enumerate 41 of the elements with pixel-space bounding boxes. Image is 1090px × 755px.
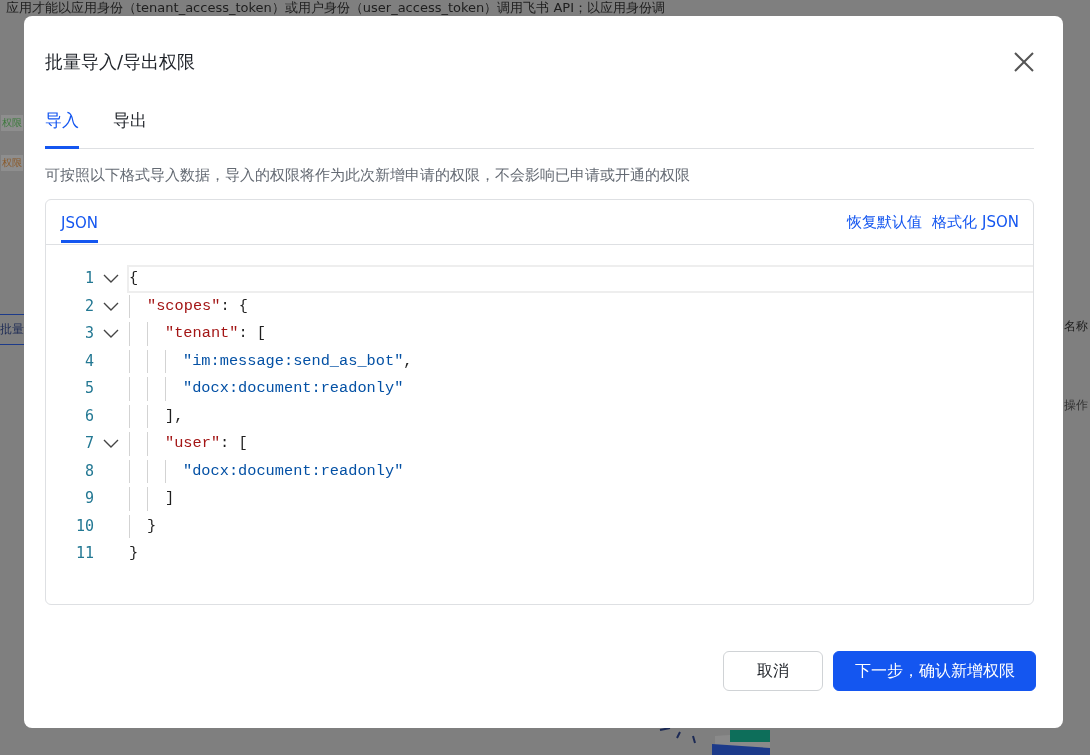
permission-tag: 权限: [1, 115, 23, 131]
code-line: }: [129, 543, 139, 564]
intro-text: 应用才能以应用身份（tenant_access_token）或用户身份（user_access_token）调用飞书 API；以应用身份调: [6, 0, 665, 15]
code-line: "scopes": {: [147, 295, 248, 317]
next-button[interactable]: 下一步，确认新增权限: [833, 651, 1036, 691]
code-line: {: [129, 268, 139, 289]
line-number: 5: [83, 378, 94, 399]
column-header: 操作: [1064, 397, 1088, 414]
action-link[interactable]: 格式化 JSON: [932, 212, 1019, 232]
chevron-icon[interactable]: [102, 301, 119, 311]
tab[interactable]: 导入: [45, 106, 79, 149]
line-number: 6: [83, 405, 94, 427]
cancel-button[interactable]: 取消: [723, 651, 823, 691]
line-number: 9: [83, 488, 94, 509]
code-line: "tenant": [: [165, 323, 266, 344]
line-number: 10: [74, 515, 94, 537]
code-line: }: [147, 515, 157, 537]
code-line: ],: [165, 405, 184, 427]
column-header: 名称: [1064, 318, 1088, 335]
action-link[interactable]: 恢复默认值: [847, 212, 923, 232]
tab[interactable]: 导出: [113, 106, 147, 149]
code-line: ]: [165, 488, 175, 509]
line-number: 7: [83, 433, 94, 454]
code-line: "user": [: [165, 433, 248, 454]
line-number: 11: [74, 543, 94, 564]
description-text: 可按照以下格式导入数据，导入的权限将作为此次新增申请的权限，不会影响已申请或开通的权限: [45, 166, 691, 185]
line-number: 8: [83, 460, 94, 482]
code-line: "docx:document:readonly": [183, 378, 404, 399]
line-number: 4: [83, 350, 94, 372]
chevron-icon[interactable]: [102, 274, 119, 284]
dialog-title: 批量导入/导出权限: [45, 50, 196, 74]
line-number: 2: [83, 295, 94, 317]
code-line: "docx:document:readonly": [183, 460, 404, 482]
permission-tag: 权限: [1, 155, 23, 171]
format-tab[interactable]: JSON: [61, 214, 98, 243]
line-number: 1: [83, 268, 94, 289]
line-number: 3: [83, 323, 94, 344]
chevron-icon[interactable]: [102, 439, 119, 449]
close-icon[interactable]: [1013, 51, 1035, 73]
chevron-icon[interactable]: [102, 329, 119, 339]
code-line: "im:message:send_as_bot",: [183, 350, 413, 372]
